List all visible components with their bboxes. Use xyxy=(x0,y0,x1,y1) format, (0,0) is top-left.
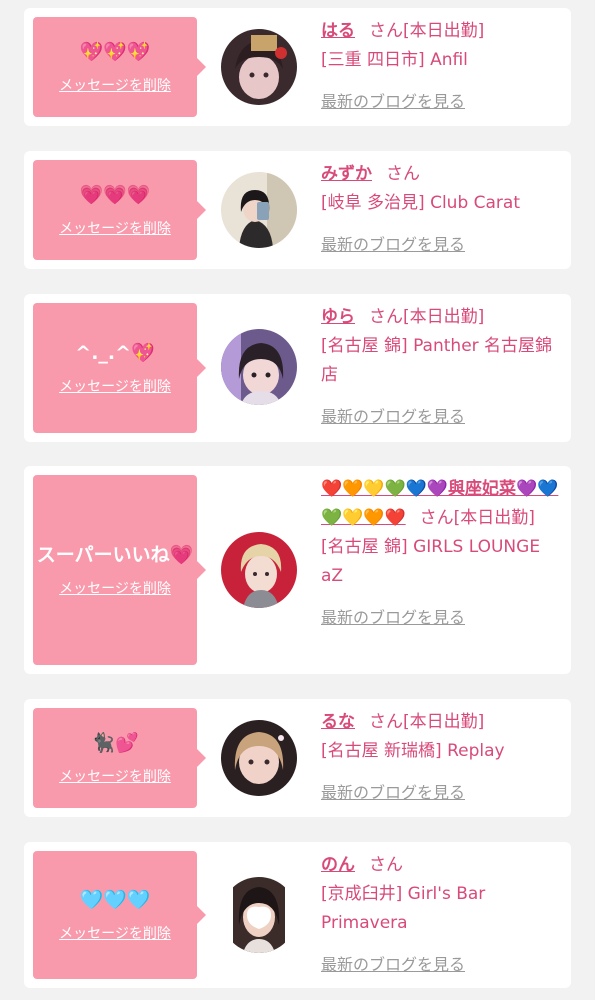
message-card: 💗💗💗 メッセージを削除 みずか さん [岐阜 多治見] Club Carat 最… xyxy=(24,151,571,269)
girl-name-link[interactable]: るな xyxy=(321,712,355,732)
girl-info: ゆら さん[本日出勤] [名古屋 錦] Panther 名古屋錦店 最新のブログを… xyxy=(321,303,561,431)
honorific: さん xyxy=(419,508,454,528)
profile-photo-icon xyxy=(221,720,297,796)
shop-name: [京成臼井] Girl's Bar Primavera xyxy=(321,884,486,933)
status-text: [本日出勤] xyxy=(403,307,485,327)
message-card: 🐈‍⬛💕 メッセージを削除 るな さん[本日出勤] [名古屋 新瑞橋] Repla… xyxy=(24,699,571,817)
honorific: さん xyxy=(369,21,403,41)
avatar[interactable] xyxy=(221,29,297,105)
message-text: 🩵🩵🩵 xyxy=(79,889,151,911)
shop-name: [名古屋 新瑞橋] Replay xyxy=(321,741,505,761)
honorific: さん xyxy=(386,164,420,184)
message-card: 💖💖💖 メッセージを削除 はる さん[本日出勤] [三重 四日市] Anfil 最… xyxy=(24,8,571,126)
latest-blog-link[interactable]: 最新のブログを見る xyxy=(321,950,561,979)
delete-message-link[interactable]: メッセージを削除 xyxy=(59,218,171,238)
honorific: さん xyxy=(369,712,403,732)
message-bubble: スーパーいいね💗 メッセージを削除 xyxy=(33,475,206,665)
delete-message-link[interactable]: メッセージを削除 xyxy=(59,376,171,396)
girl-info: るな さん[本日出勤] [名古屋 新瑞橋] Replay 最新のブログを見る xyxy=(321,708,561,807)
girl-info: みずか さん [岐阜 多治見] Club Carat 最新のブログを見る xyxy=(321,160,561,259)
avatar[interactable] xyxy=(221,172,297,248)
message-bubble: 🐈‍⬛💕 メッセージを削除 xyxy=(33,708,206,808)
message-bubble: 🩵🩵🩵 メッセージを削除 xyxy=(33,851,206,979)
profile-photo-icon xyxy=(221,532,297,608)
profile-photo-icon xyxy=(221,29,297,105)
shop-name: [名古屋 錦] GIRLS LOUNGE aZ xyxy=(321,537,541,586)
delete-message-link[interactable]: メッセージを削除 xyxy=(59,578,171,598)
message-bubble: 💖💖💖 メッセージを削除 xyxy=(33,17,206,117)
honorific: さん xyxy=(369,855,403,875)
delete-message-link[interactable]: メッセージを削除 xyxy=(59,75,171,95)
avatar[interactable] xyxy=(221,877,297,953)
honorific: さん xyxy=(369,307,403,327)
message-text: スーパーいいね💗 xyxy=(36,544,194,566)
latest-blog-link[interactable]: 最新のブログを見る xyxy=(321,603,561,632)
message-bubble: 💗💗💗 メッセージを削除 xyxy=(33,160,206,260)
delete-message-link[interactable]: メッセージを削除 xyxy=(59,766,171,786)
girl-info: のん さん [京成臼井] Girl's Bar Primavera 最新のブログを… xyxy=(321,851,561,979)
message-card: スーパーいいね💗 メッセージを削除 ❤️🧡💛💚💙💜與座妃菜💜💙💚💛🧡❤️ さん[本… xyxy=(24,466,571,674)
profile-photo-icon xyxy=(221,329,297,405)
message-card: ^._.^💖 メッセージを削除 ゆら さん[本日出勤] [名古屋 錦] Panth… xyxy=(24,294,571,442)
status-text: [本日出勤] xyxy=(403,21,485,41)
latest-blog-link[interactable]: 最新のブログを見る xyxy=(321,402,561,431)
message-text: ^._.^💖 xyxy=(75,342,155,364)
message-text: 💗💗💗 xyxy=(79,184,151,206)
avatar[interactable] xyxy=(221,532,297,608)
avatar[interactable] xyxy=(221,329,297,405)
girl-name-link[interactable]: のん xyxy=(321,855,355,875)
girl-name-link[interactable]: みずか xyxy=(321,164,372,184)
avatar[interactable] xyxy=(221,720,297,796)
shop-name: [三重 四日市] Anfil xyxy=(321,50,468,70)
message-card: 🩵🩵🩵 メッセージを削除 のん さん [京成臼井] Girl's Bar Prim… xyxy=(24,842,571,988)
latest-blog-link[interactable]: 最新のブログを見る xyxy=(321,230,561,259)
status-text: [本日出勤] xyxy=(453,508,535,528)
profile-photo-icon xyxy=(221,172,297,248)
profile-photo-icon xyxy=(221,877,297,953)
girl-name-link[interactable]: はる xyxy=(321,21,355,41)
latest-blog-link[interactable]: 最新のブログを見る xyxy=(321,778,561,807)
girl-info: はる さん[本日出勤] [三重 四日市] Anfil 最新のブログを見る xyxy=(321,17,561,116)
message-text: 💖💖💖 xyxy=(79,41,151,63)
message-list: 💖💖💖 メッセージを削除 はる さん[本日出勤] [三重 四日市] Anfil 最… xyxy=(0,0,595,1000)
girl-name-link[interactable]: ゆら xyxy=(321,307,355,327)
delete-message-link[interactable]: メッセージを削除 xyxy=(59,923,171,943)
shop-name: [名古屋 錦] Panther 名古屋錦店 xyxy=(321,336,553,385)
message-bubble: ^._.^💖 メッセージを削除 xyxy=(33,303,206,433)
latest-blog-link[interactable]: 最新のブログを見る xyxy=(321,87,561,116)
girl-info: ❤️🧡💛💚💙💜與座妃菜💜💙💚💛🧡❤️ さん[本日出勤] [名古屋 錦] GIRLS… xyxy=(321,475,561,632)
message-text: 🐈‍⬛💕 xyxy=(91,732,139,754)
shop-name: [岐阜 多治見] Club Carat xyxy=(321,193,520,213)
status-text: [本日出勤] xyxy=(403,712,485,732)
